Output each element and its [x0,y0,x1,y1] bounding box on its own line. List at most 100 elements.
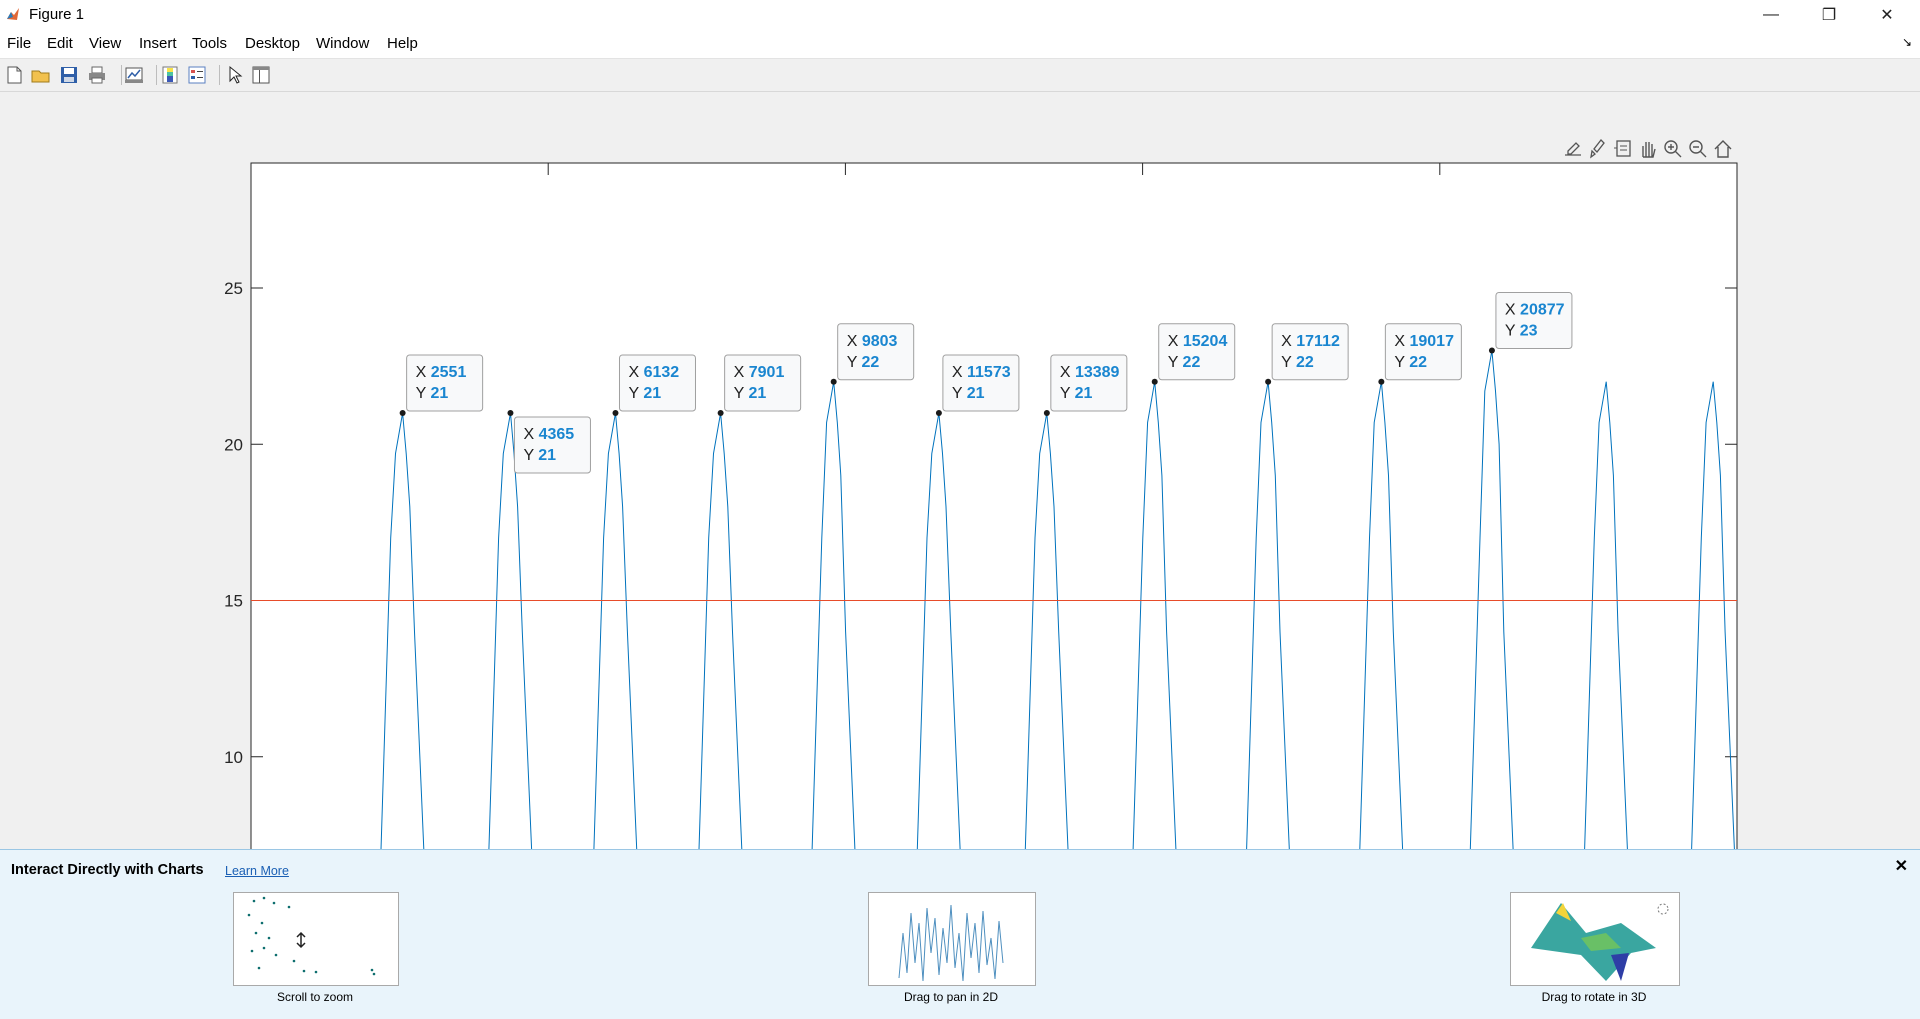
datatip-y-label: Y 22 [1168,354,1201,371]
datatip-y-value: 21 [643,385,661,402]
datatip-x-label: X 6132 [628,364,679,381]
datatip-marker[interactable] [507,410,514,416]
banner-title: Interact Directly with Charts [11,862,204,878]
figure-canvas[interactable]: 10152025 X 2551Y 21X 4365Y 21X 6132Y 21X… [0,92,1920,849]
minimize-button[interactable]: — [1742,0,1800,29]
drag-to-rotate-tip [1510,892,1680,986]
datatip[interactable]: X 4365 Y 21 [507,410,591,474]
datatip[interactable]: X 17112 Y 22 [1265,323,1349,385]
datatip[interactable]: X 11573 Y 21 [935,354,1020,416]
interaction-tips-banner: Interact Directly with Charts Learn More… [0,849,1920,1019]
y-tick-label: 20 [224,435,243,454]
datatip-y-label: Y 21 [628,385,661,402]
datatip-y-value: 21 [967,385,985,402]
menu-desktop[interactable]: Desktop [245,35,300,52]
datatip-y-label: Y 21 [523,447,556,464]
surface-thumbnail-icon [1531,903,1669,981]
y-tick-label: 25 [224,279,243,298]
datatip-x-value: 15204 [1183,333,1228,350]
datatip-marker[interactable] [1265,378,1272,385]
menu-edit[interactable]: Edit [47,35,73,52]
datatip-y-label: Y 22 [847,354,880,371]
datatip-marker[interactable] [399,410,406,416]
datatip-x-label: X 2551 [416,364,467,381]
toolbar-separator [219,65,220,85]
menu-file[interactable]: File [7,35,31,52]
datatip-y-value: 21 [430,385,448,402]
datatip-y-value: 22 [1409,354,1427,371]
datatip-x-value: 17112 [1296,333,1340,350]
close-window-button[interactable]: ✕ [1858,0,1916,29]
datatip[interactable]: X 7901 Y 21 [717,354,802,416]
datatip[interactable]: X 19017 Y 22 [1378,323,1462,385]
y-tick-label: 10 [224,748,243,767]
toolbar-separator [121,65,122,85]
datatip-x-value: 7901 [749,364,785,381]
title-bar: Figure 1 — ❐ ✕ [0,0,1920,29]
datatip[interactable]: X 9803 Y 22 [830,323,915,385]
line-thumbnail-icon [898,904,1004,982]
datatip-x-label: X 17112 [1281,333,1340,350]
datatip-x-value: 2551 [431,364,467,381]
colorbar-icon[interactable] [159,64,181,86]
datatip-y-label: Y 23 [1505,323,1538,340]
close-icon[interactable]: ✕ [1895,856,1908,876]
datatip-x-label: X 15204 [1168,333,1228,350]
datatip-x-value: 19017 [1409,333,1454,350]
print-icon[interactable] [86,64,108,86]
datatip-y-value: 23 [1520,323,1538,340]
datatip-y-label: Y 21 [952,385,985,402]
axes-box [250,162,1738,849]
legend-icon[interactable] [186,64,208,86]
datatip-y-label: Y 22 [1281,354,1314,371]
edit-plot-pointer-icon[interactable] [224,64,246,86]
new-figure-icon[interactable] [3,64,25,86]
datatip-x-label: X 7901 [734,364,785,381]
menu-view[interactable]: View [89,35,121,52]
datatip-x-label: X 4365 [523,426,574,443]
datatip[interactable]: X 15204 Y 22 [1151,323,1236,385]
learn-more-link[interactable]: Learn More [225,864,289,878]
save-icon[interactable] [58,64,80,86]
tip-caption-zoom: Scroll to zoom [276,990,354,1004]
menu-bar: File Edit View Insert Tools Desktop Wind… [0,29,1920,59]
datatip-x-label: X 9803 [847,333,898,350]
menu-help[interactable]: Help [387,35,418,52]
datatip-x-label: X 13389 [1060,364,1120,381]
datatip[interactable]: X 6132 Y 21 [612,354,696,416]
datatip-x-value: 9803 [862,333,898,350]
menu-window[interactable]: Window [316,35,369,52]
datatip-x-label: X 11573 [952,364,1011,381]
datatip[interactable]: X 20877 Y 23 [1488,292,1573,354]
datatip-y-value: 21 [748,385,766,402]
datatip-marker[interactable] [1488,347,1495,354]
tip-caption-pan: Drag to pan in 2D [903,990,999,1004]
link-plot-icon[interactable] [123,64,145,86]
datatip[interactable]: X 2551 Y 21 [399,354,484,416]
datatip-marker[interactable] [1151,378,1158,385]
open-file-icon[interactable] [30,64,52,86]
dock-figure-icon[interactable]: ↘ [1902,35,1912,49]
datatip-x-value: 6132 [644,364,680,381]
datatip-x-label: X 20877 [1505,302,1565,319]
datatip-y-label: Y 21 [416,385,449,402]
datatip-marker[interactable] [830,378,837,385]
datatip-x-value: 4365 [539,426,575,443]
datatip-y-value: 22 [1296,354,1314,371]
property-inspector-icon[interactable] [250,64,272,86]
menu-tools[interactable]: Tools [192,35,227,52]
restore-button[interactable]: ❐ [1800,0,1858,29]
datatip-marker[interactable] [717,410,724,416]
figure-toolbar [0,59,1920,92]
datatip-marker[interactable] [935,410,942,416]
datatip-marker[interactable] [1378,378,1385,385]
datatip[interactable]: X 13389 Y 21 [1043,354,1128,416]
menu-insert[interactable]: Insert [139,35,177,52]
datatip-y-label: Y 21 [1060,385,1093,402]
datatip-y-value: 22 [1183,354,1201,371]
tip-caption-rotate: Drag to rotate in 3D [1541,990,1647,1004]
datatip-marker[interactable] [1043,410,1050,416]
datatip-marker[interactable] [612,410,619,416]
toolbar-separator [156,65,157,85]
matlab-logo-icon [7,8,19,20]
